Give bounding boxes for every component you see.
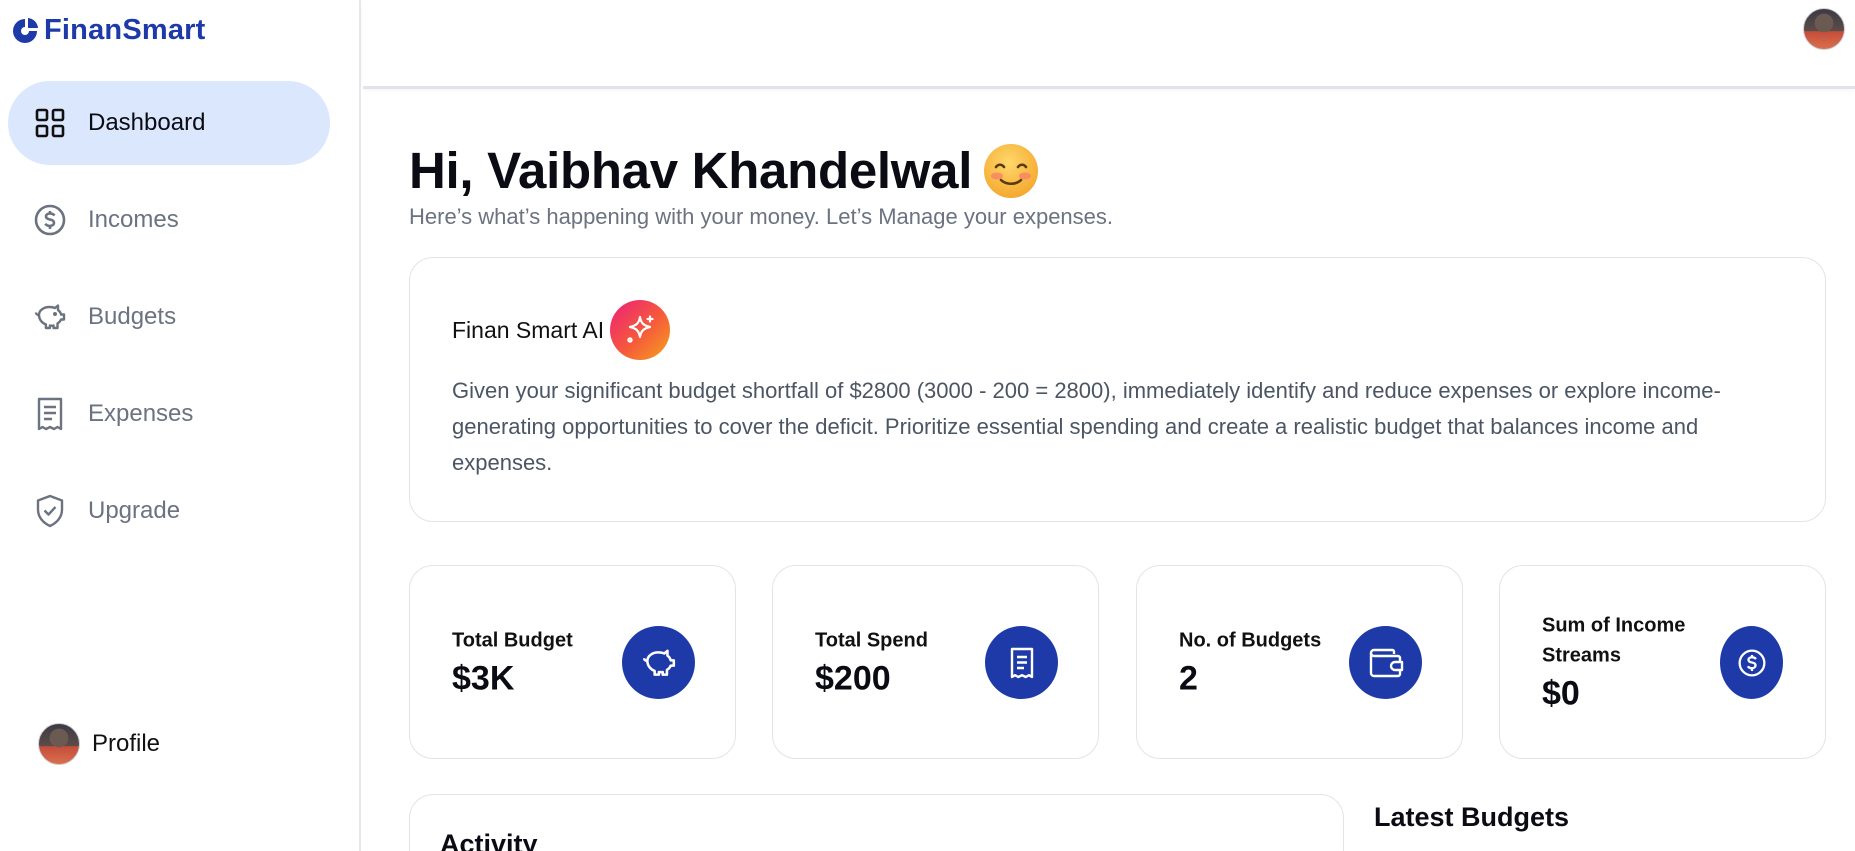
stat-value: 2 [1179,659,1198,698]
sidebar-item-upgrade[interactable]: Upgrade [8,469,330,553]
stat-label: Total Spend [815,629,928,652]
dollar-circle-icon [33,203,67,237]
top-bar [363,0,1855,89]
stat-label: Sum of Income Streams [1542,614,1686,667]
greeting: Hi, Vaibhav Khandelwal [409,141,1040,200]
sidebar-item-label: Expenses [88,400,194,427]
receipt-icon [33,397,67,431]
sidebar-item-label: Dashboard [88,109,206,136]
stat-label: No. of Budgets [1179,629,1322,652]
sidebar-item-label: Upgrade [88,497,181,524]
stat-card-sum-of-income-streams: Sum of Income Streams $0 [1499,565,1826,759]
stat-card-total-spend: Total Spend $200 [772,565,1099,759]
sidebar-item-label: Budgets [88,303,177,330]
page-subtitle: Here’s what’s happening with your money.… [409,204,1114,229]
stat-card-total-budget: Total Budget $3K [409,565,736,759]
user-avatar-button[interactable] [1803,8,1845,50]
latest-budgets-title: Latest Budgets [1374,802,1570,832]
receipt-icon [985,626,1058,699]
wallet-icon [1349,626,1422,699]
dashboard-grid-icon [33,106,67,140]
shield-check-icon [33,494,67,528]
brand-name: FinanSmart [44,14,206,46]
profile-label: Profile [92,730,161,757]
sidebar-item-budgets[interactable]: Budgets [8,275,330,359]
stat-value: $200 [815,659,891,698]
sidebar: FinanSmart Dashboard Incomes Budgets Exp… [0,0,361,851]
stat-text: No. of Budgets 2 [1179,626,1321,699]
stat-label: Total Budget [452,629,573,652]
ai-card-title: Finan Smart AI [452,316,605,343]
sidebar-item-expenses[interactable]: Expenses [8,372,330,456]
ai-insight-card: Finan Smart AI Given your significant bu… [409,257,1826,522]
stat-card-no-of-budgets: No. of Budgets 2 [1136,565,1463,759]
stat-value: $3K [452,659,515,698]
stat-text: Total Spend $200 [815,626,928,699]
ai-card-header: Finan Smart AI [452,300,671,360]
piggy-bank-icon [33,300,67,334]
dollar-circle-icon [1720,626,1783,699]
profile-button[interactable]: Profile [38,723,160,765]
sparkle-icon [610,300,671,360]
sidebar-item-dashboard[interactable]: Dashboard [8,81,330,165]
logo-icon [13,17,38,43]
sidebar-item-label: Incomes [88,206,179,233]
stat-text: Sum of Income Streams $0 [1542,611,1717,714]
smiling-face-icon [984,143,1039,198]
brand[interactable]: FinanSmart [10,14,206,47]
stat-value: $0 [1542,674,1580,713]
sidebar-item-incomes[interactable]: Incomes [8,178,330,262]
ai-card-message: Given your significant budget shortfall … [452,378,1721,475]
avatar [38,723,80,765]
stat-text: Total Budget $3K [452,626,573,699]
activity-card: Activity [409,794,1344,851]
page-title: Hi, Vaibhav Khandelwal [409,142,973,199]
activity-title: Activity [440,829,538,851]
piggy-bank-icon [622,626,695,699]
